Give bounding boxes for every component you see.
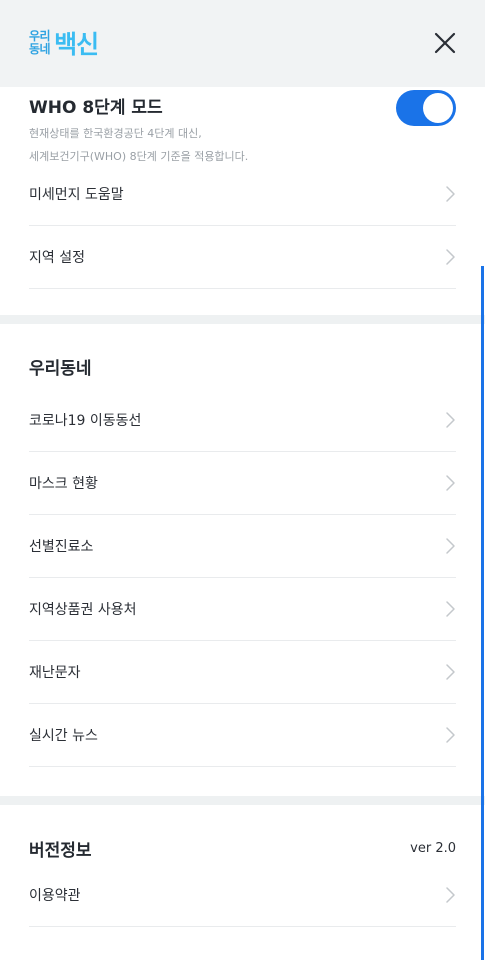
list-item-local-voucher[interactable]: 지역상품권 사용처 [29, 578, 456, 641]
toggle-knob [423, 93, 453, 123]
list-item-terms[interactable]: 이용약관 [29, 864, 456, 927]
scrollbar[interactable] [481, 266, 484, 960]
chevron-right-icon [446, 249, 455, 265]
chevron-right-icon [446, 186, 455, 202]
list-item-label: 지역상품권 사용처 [29, 602, 137, 618]
section-divider [0, 796, 485, 805]
section-divider [0, 315, 485, 324]
chevron-right-icon [446, 412, 455, 428]
chevron-right-icon [446, 727, 455, 743]
list-item-dust-help[interactable]: 미세먼지 도움말 [29, 163, 456, 226]
section-title-version: 버전정보 [29, 841, 92, 861]
close-button[interactable] [428, 26, 462, 60]
close-icon [434, 32, 456, 54]
list-item-label: 미세먼지 도움말 [29, 187, 124, 203]
logo-small-text: 우리 동네 [29, 30, 51, 56]
version-number: ver 2.0 [410, 841, 456, 856]
list-item-mask-status[interactable]: 마스크 현황 [29, 452, 456, 515]
chevron-right-icon [446, 601, 455, 617]
chevron-right-icon [446, 887, 455, 903]
list-item-live-news[interactable]: 실시간 뉴스 [29, 704, 456, 767]
section-title-neighborhood: 우리동네 [29, 359, 92, 379]
list-item-label: 이용약관 [29, 888, 81, 904]
who-mode-desc-line-1: 현재상태를 한국환경공단 4단계 대신, [29, 127, 202, 140]
chevron-right-icon [446, 538, 455, 554]
logo-big-text: 백신 [54, 30, 99, 59]
app-logo: 우리 동네 백신 [29, 26, 99, 60]
logo-line-2: 동네 [29, 42, 51, 56]
list-item-region-settings[interactable]: 지역 설정 [29, 226, 456, 289]
list-item-label: 지역 설정 [29, 250, 85, 266]
list-item-label: 실시간 뉴스 [29, 728, 98, 744]
list-item-screening-clinic[interactable]: 선별진료소 [29, 515, 456, 578]
list-item-label: 마스크 현황 [29, 476, 98, 492]
list-item-label: 재난문자 [29, 665, 81, 681]
who-mode-toggle[interactable] [396, 90, 456, 126]
list-item-covid-route[interactable]: 코로나19 이동동선 [29, 389, 456, 452]
list-item-label: 코로나19 이동동선 [29, 413, 142, 429]
chevron-right-icon [446, 664, 455, 680]
list-item-label: 선별진료소 [29, 539, 94, 555]
chevron-right-icon [446, 475, 455, 491]
who-mode-title: WHO 8단계 모드 [29, 98, 163, 118]
header: 우리 동네 백신 [0, 0, 485, 87]
who-mode-description: 현재상태를 한국환경공단 4단계 대신, 세계보건기구(WHO) 8단계 기준을… [29, 122, 248, 168]
list-item-disaster-sms[interactable]: 재난문자 [29, 641, 456, 704]
